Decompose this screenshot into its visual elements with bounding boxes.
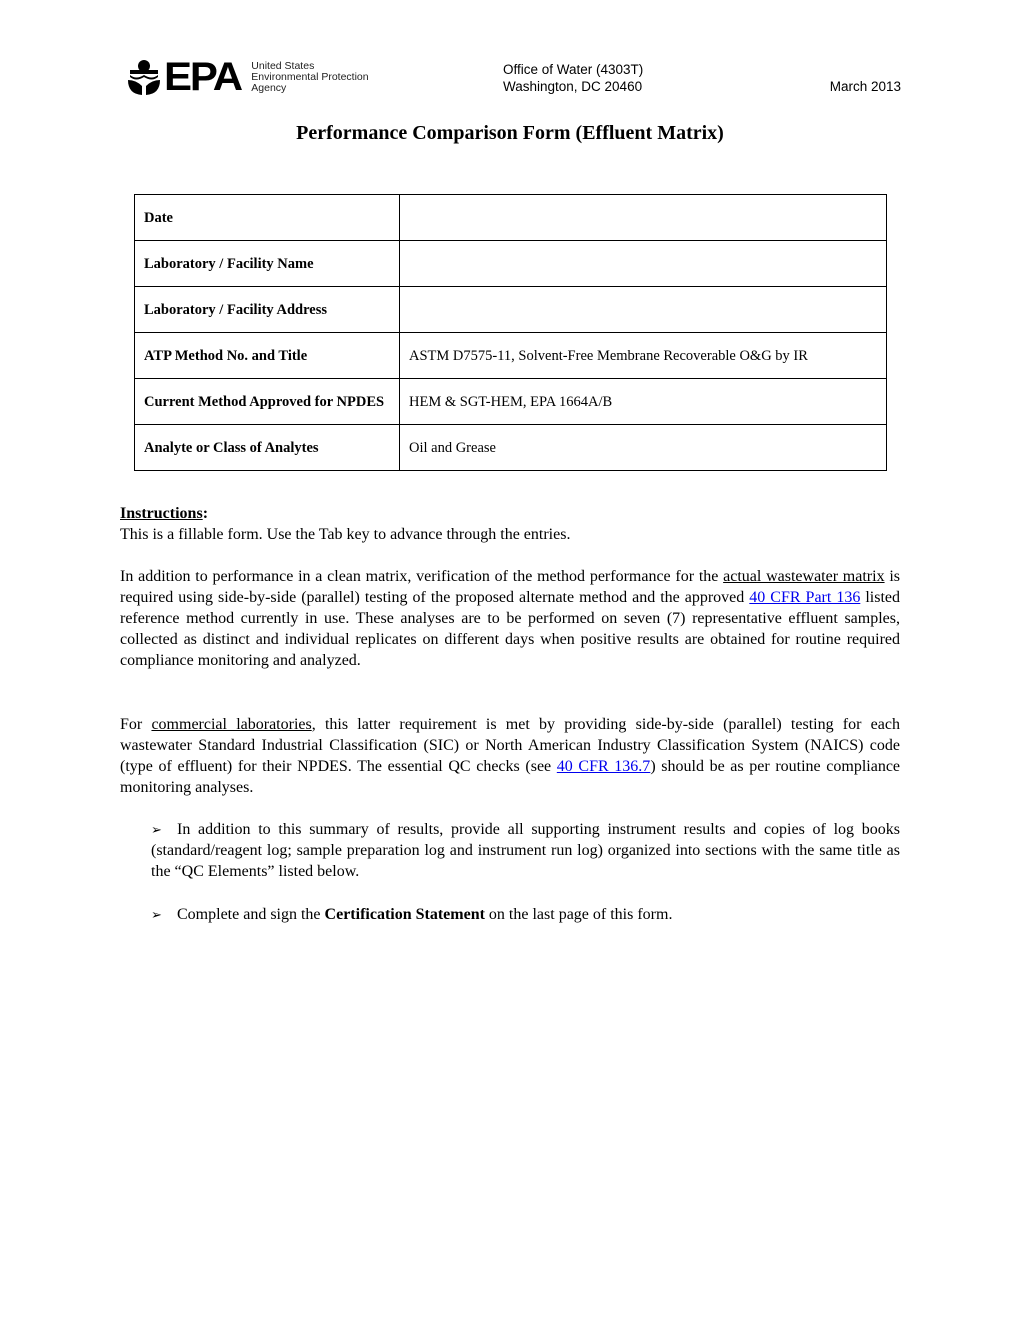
epa-wordmark: EPA [164,55,243,99]
date-field[interactable] [399,194,887,241]
bullet-item: ➢ Complete and sign the Certification Sta… [151,906,673,923]
commercial-laboratories-text: commercial laboratories [151,716,312,733]
table-row: Laboratory / Facility Address [134,286,887,333]
certification-statement-text: Certification Statement [324,906,485,923]
row-label: Analyte or Class of Analytes [134,424,400,471]
table-row: ATP Method No. and Title ASTM D7575-11, … [134,332,887,379]
table-row: Analyte or Class of Analytes Oil and Gre… [134,424,887,471]
row-label: Date [134,194,400,241]
40-cfr-136-7-link[interactable]: 40 CFR 136.7 [557,758,651,775]
document-date: March 2013 [829,79,901,94]
analyte-field[interactable]: Oil and Grease [399,424,887,471]
facility-name-field[interactable] [399,240,887,287]
40-cfr-part-136-link[interactable]: 40 CFR Part 136 [749,589,860,606]
epa-flower-icon [128,60,160,95]
table-row: Laboratory / Facility Name [134,240,887,287]
row-label: ATP Method No. and Title [134,332,400,379]
epa-logo: EPA United States Environmental Protecti… [126,55,369,99]
arrow-bullet-icon: ➢ [151,907,162,922]
agency-name: United States Environmental Protection A… [251,59,369,94]
atp-method-field[interactable]: ASTM D7575-11, Solvent-Free Membrane Rec… [399,332,887,379]
office-address: Office of Water (4303T) Washington, DC 2… [503,62,644,94]
row-label: Current Method Approved for NPDES [134,378,400,425]
table-row: Current Method Approved for NPDES HEM & … [134,378,887,425]
instructions-heading: Instructions: [120,505,209,522]
actual-wastewater-matrix-text: actual wastewater matrix [723,568,885,585]
instructions-intro: This is a fillable form. Use the Tab key… [120,526,571,543]
facility-address-field[interactable] [399,286,887,333]
arrow-bullet-icon: ➢ [151,822,162,837]
row-label: Laboratory / Facility Name [134,240,400,287]
row-label: Laboratory / Facility Address [134,286,400,333]
page-title: Performance Comparison Form (Effluent Ma… [296,122,724,144]
current-method-field[interactable]: HEM & SGT-HEM, EPA 1664A/B [399,378,887,425]
info-table: Date Laboratory / Facility Name Laborato… [134,194,887,471]
instructions-paragraph-2: For commercial laboratories, this latter… [120,716,901,796]
table-row: Date [134,194,887,241]
bullet-item: ➢ In addition to this summary of results,… [151,821,900,880]
instructions-paragraph-1: In addition to performance in a clean ma… [120,568,900,669]
